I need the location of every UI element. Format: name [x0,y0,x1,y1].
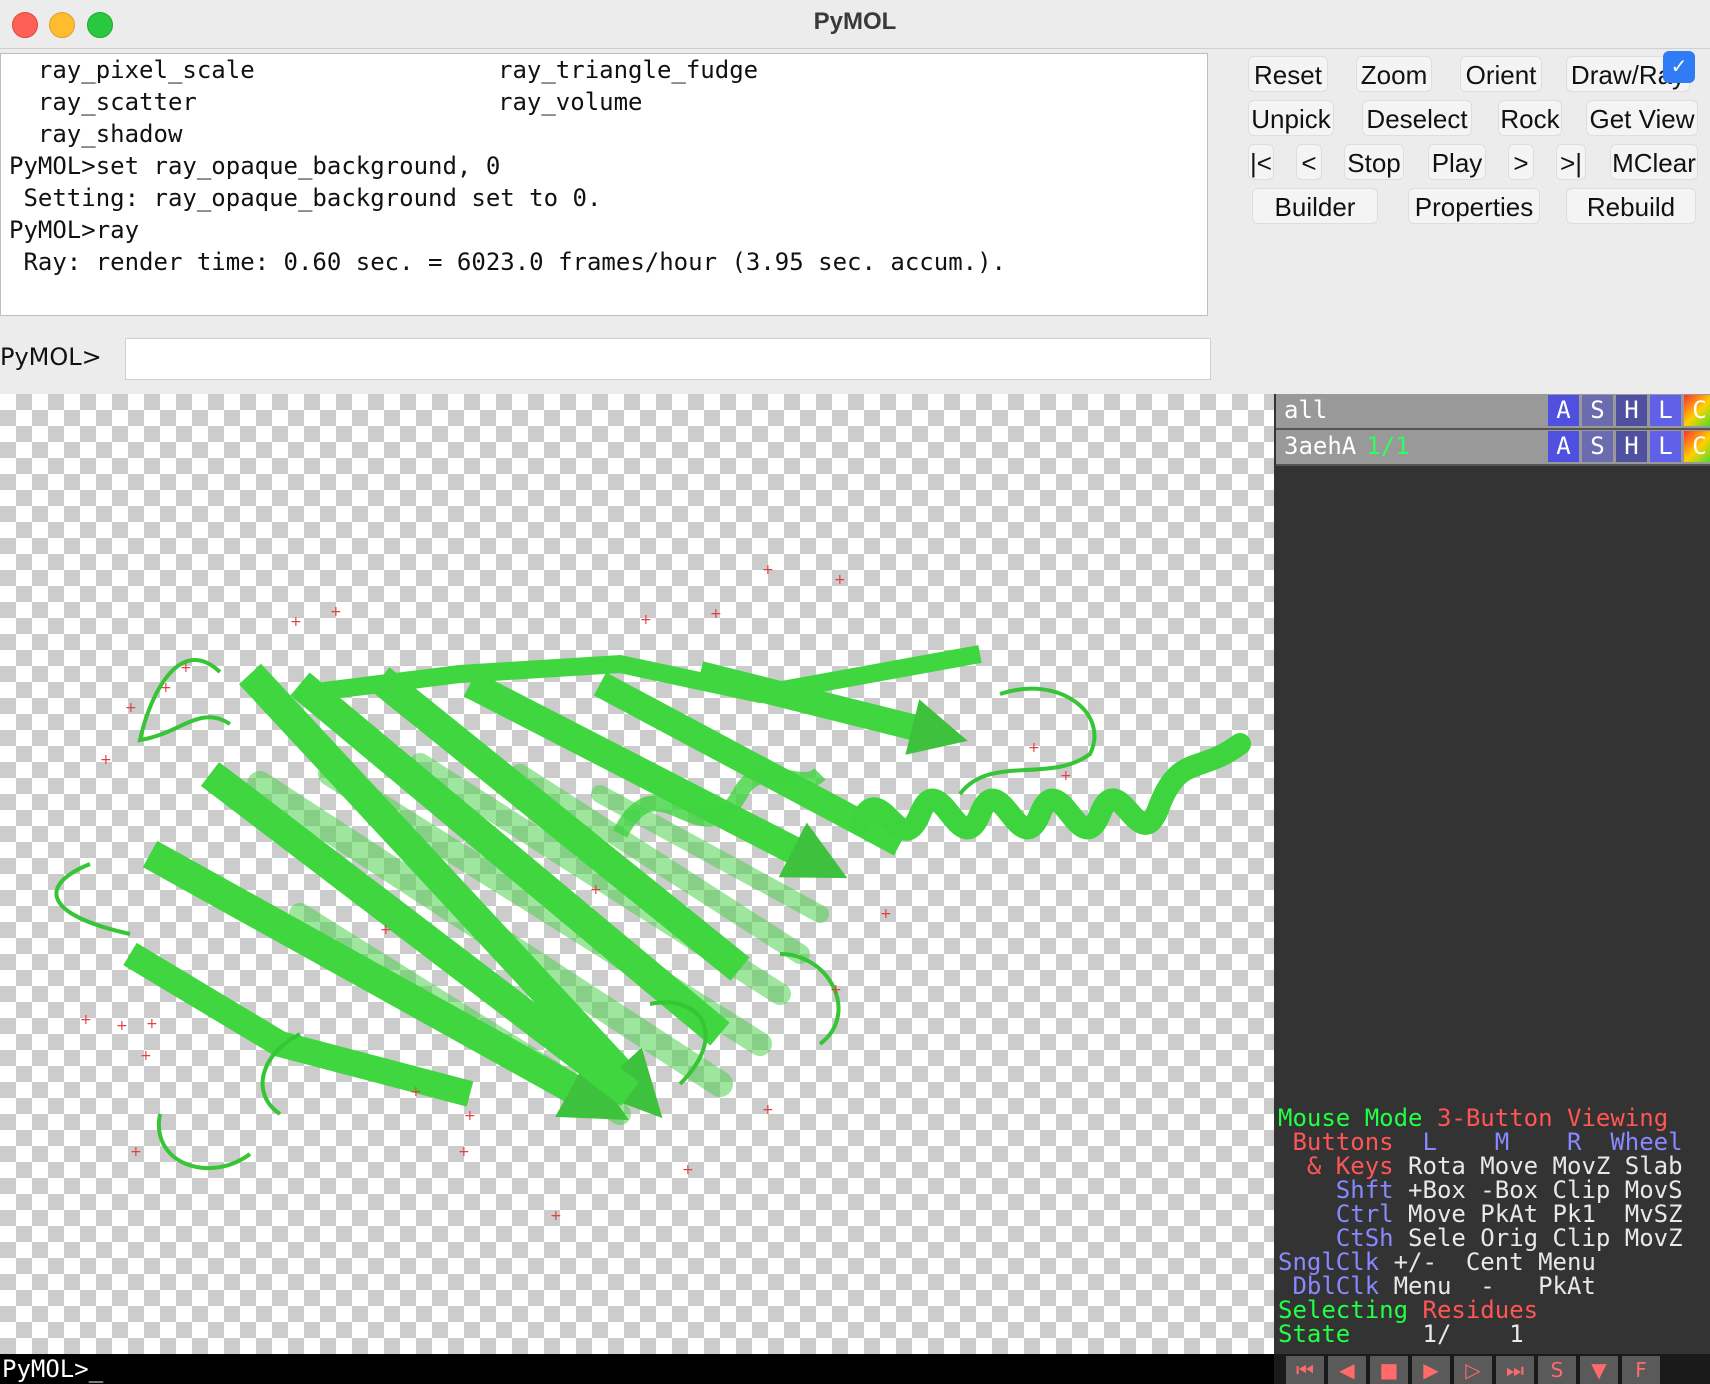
next-state-icon[interactable]: ▷ [1454,1356,1492,1384]
show-button[interactable]: S [1582,395,1613,426]
command-prompt-label: PyMOL> [0,343,102,371]
mouse-ctsh-line: CtSh Sele Orig Clip MovZ [1278,1224,1683,1252]
svg-text:+: + [830,982,842,998]
checkbox-icon: ✓ [1663,51,1695,83]
log-line: ray_shadow [9,120,183,148]
log-line: Ray: render time: 0.60 sec. = 6023.0 fra… [9,248,1006,276]
play-icon[interactable]: ▶ [1412,1356,1450,1384]
first-frame-button[interactable]: |< [1248,144,1274,180]
svg-text:+: + [464,1108,476,1124]
svg-text:+: + [550,1208,562,1224]
stop-icon[interactable]: ■ [1370,1356,1408,1384]
svg-text:+: + [880,906,892,922]
deselect-button[interactable]: Deselect [1362,100,1472,136]
dropdown-icon[interactable]: ▼ [1580,1356,1618,1384]
mouse-sngl-line: SnglClk +/- Cent Menu [1278,1248,1596,1276]
svg-text:+: + [710,606,722,622]
command-input[interactable] [125,338,1211,380]
svg-text:+: + [125,700,137,716]
label-button[interactable]: L [1650,431,1681,462]
show-button[interactable]: S [1582,431,1613,462]
viewer-command-line[interactable]: PyMOL>_ [0,1354,1276,1384]
protein-cartoon: + + + + + + + + + + + + + + + + + + + + + + + + + + + [54,562,1251,1224]
log-line: ray_pixel_scale [9,56,255,84]
title-bar: PyMOL [0,0,1710,49]
unpick-button[interactable]: Unpick [1248,100,1334,136]
get-view-button[interactable]: Get View [1586,100,1698,136]
svg-text:+: + [130,1144,142,1160]
builder-button[interactable]: Builder [1252,188,1378,224]
svg-text:+: + [834,572,846,588]
hide-button[interactable]: H [1616,431,1647,462]
draw-ray-button[interactable]: Draw/Ray ✓ [1566,51,1695,92]
action-button[interactable]: A [1548,431,1579,462]
svg-text:+: + [100,752,112,768]
color-button[interactable]: C [1684,431,1710,462]
output-log[interactable]: ray_pixel_scale ray_triangle_fudge ray_s… [0,53,1208,316]
rock-button[interactable]: Rock [1498,100,1562,136]
svg-text:+: + [640,612,652,628]
log-line-col2: ray_triangle_fudge [498,56,759,84]
log-line-col2: ray_volume [498,88,643,116]
log-line: PyMOL>set ray_opaque_background, 0 [9,152,501,180]
last-frame-button[interactable]: >| [1556,144,1586,180]
svg-text:+: + [80,1012,92,1028]
object-row-3aehA[interactable]: 3aehA 1/1 A S H L C [1276,430,1710,466]
color-button[interactable]: C [1684,395,1710,426]
mouse-dbl-line: DblClk Menu - PkAt [1278,1272,1596,1300]
svg-text:+: + [330,604,342,620]
svg-text:+: + [682,1162,694,1178]
svg-text:+: + [146,1016,158,1032]
svg-text:+: + [160,680,172,696]
window-title: PyMOL [813,8,897,35]
hide-button[interactable]: H [1616,395,1647,426]
state-count: 1/1 [1366,432,1410,460]
svg-text:+: + [762,1102,774,1118]
log-line: PyMOL>ray [9,216,140,244]
mouse-mode-line: Mouse Mode 3-Button Viewing [1278,1104,1669,1132]
log-line: Setting: ray_opaque_background set to 0. [9,184,602,212]
zoom-button[interactable]: Zoom [1356,56,1432,92]
action-button[interactable]: A [1548,395,1579,426]
molecule-viewport[interactable]: + + + + + + + + + + + + + + + + + + + + + + + + + + + [0,394,1274,1354]
object-panel: all A S H L C 3aehA 1/1 A S H L C Mouse M… [1274,394,1710,1354]
selecting-line[interactable]: Selecting Residues [1278,1298,1538,1322]
next-frame-button[interactable]: > [1508,144,1534,180]
movie-controls: ⏮ ◀ ■ ▶ ▷ ⏭ S ▼ F [1274,1354,1710,1384]
svg-text:+: + [590,882,602,898]
reset-button[interactable]: Reset [1248,56,1328,92]
object-row-all[interactable]: all A S H L C [1276,394,1710,430]
svg-text:+: + [116,1018,128,1034]
prev-frame-button[interactable]: < [1296,144,1322,180]
svg-text:+: + [762,562,774,578]
log-line: ray_scatter [9,88,197,116]
object-name[interactable]: 3aehA 1/1 [1284,432,1410,460]
mouse-buttons-line: Buttons L M R Wheel [1278,1128,1683,1156]
object-name[interactable]: all [1284,396,1327,424]
previous-state-icon[interactable]: ◀ [1328,1356,1366,1384]
label-button[interactable]: L [1650,395,1681,426]
mouse-ctrl-line: Ctrl Move PkAt Pk1 MvSZ [1278,1200,1683,1228]
svg-text:+: + [180,660,192,676]
mouse-shft-line: Shft +Box -Box Clip MovS [1278,1176,1683,1204]
svg-text:+: + [140,1048,152,1064]
mclear-button[interactable]: MClear [1610,144,1698,180]
svg-text:+: + [1028,740,1040,756]
last-state-icon[interactable]: ⏭ [1496,1356,1534,1384]
mouse-keys-line: & Keys Rota Move MovZ Slab [1278,1152,1683,1180]
first-state-icon[interactable]: ⏮ [1286,1356,1324,1384]
fullscreen-button[interactable]: F [1622,1356,1660,1384]
svg-text:+: + [1060,768,1072,784]
state-line: State 1/ 1 [1278,1320,1524,1348]
svg-text:+: + [458,1144,470,1160]
properties-button[interactable]: Properties [1408,188,1540,224]
orient-button[interactable]: Orient [1460,56,1542,92]
rebuild-button[interactable]: Rebuild [1566,188,1696,224]
svg-text:+: + [290,614,302,630]
svg-text:+: + [410,1084,422,1100]
scene-button[interactable]: S [1538,1356,1576,1384]
stop-button[interactable]: Stop [1344,144,1404,180]
play-button[interactable]: Play [1428,144,1486,180]
svg-text:+: + [380,922,392,938]
